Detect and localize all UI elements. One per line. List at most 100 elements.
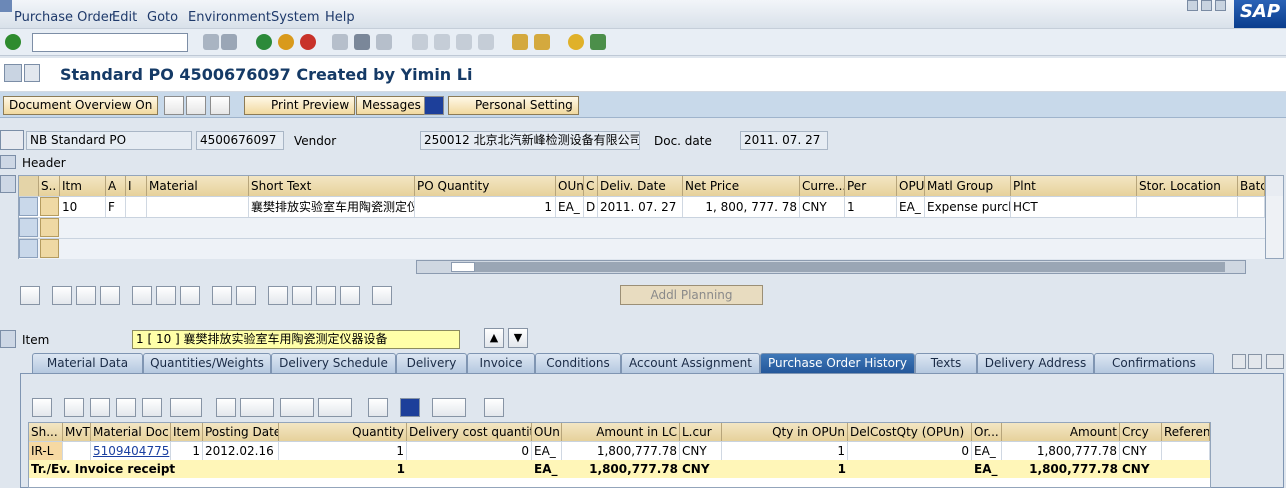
cell-net-price[interactable]: 1, 800, 777. 78 <box>683 197 800 217</box>
hcell-posting-date[interactable]: 2012.02.16 <box>203 442 279 460</box>
enter-check-icon[interactable] <box>5 34 21 50</box>
cell-oun[interactable]: EA_ <box>556 197 584 217</box>
hcell-material-doc-link[interactable]: 5109404775 <box>91 442 171 460</box>
vendor-field[interactable]: 250012 北京北汽新峰检测设备有限公司 <box>420 131 640 150</box>
hcol-lcur[interactable]: L.cur <box>680 423 722 441</box>
hcell-delivery-cost-quantity[interactable]: 0 <box>407 442 532 460</box>
tab-delivery[interactable]: Delivery <box>396 353 467 373</box>
copy-icon[interactable] <box>212 286 232 305</box>
cell-stor-location[interactable] <box>1137 197 1238 217</box>
hcol-posting-date[interactable]: Posting Date <box>203 423 279 441</box>
hcell-oun[interactable]: EA_ <box>532 442 562 460</box>
exit-icon[interactable] <box>278 34 294 50</box>
help-icon[interactable] <box>568 34 584 50</box>
hcol-amount[interactable]: Amount <box>1002 423 1120 441</box>
horizontal-scrollbar[interactable] <box>416 260 1246 274</box>
cell-material[interactable] <box>147 197 249 217</box>
hcol-crcy[interactable]: Crcy <box>1120 423 1162 441</box>
vertical-scrollbar[interactable] <box>1265 196 1283 258</box>
history-sort-descending-icon[interactable] <box>90 398 110 417</box>
col-plnt[interactable]: Plnt <box>1011 176 1137 196</box>
col-po-quantity[interactable]: PO Quantity <box>415 176 556 196</box>
sort-descending-icon[interactable] <box>292 286 312 305</box>
col-short-text[interactable]: Short Text <box>249 176 415 196</box>
hcol-amount-lc[interactable]: Amount in LC <box>562 423 680 441</box>
cell-itm[interactable]: 10 <box>60 197 106 217</box>
menu-edit[interactable]: Edit <box>112 10 137 25</box>
history-sort-ascending-icon[interactable] <box>64 398 84 417</box>
col-oun[interactable]: OUn <box>556 176 584 196</box>
cell-a[interactable]: F <box>106 197 126 217</box>
last-page-icon[interactable] <box>478 34 494 50</box>
filter-icon[interactable] <box>316 286 336 305</box>
item-overview-collapse-icon[interactable] <box>0 175 16 193</box>
messages-button[interactable]: Messages <box>356 96 427 115</box>
hcol-reference[interactable]: Referenc <box>1162 423 1210 441</box>
copy-row-icon[interactable] <box>100 286 120 305</box>
hcell-quantity[interactable]: 1 <box>279 442 407 460</box>
header-expand-icon[interactable] <box>0 155 16 169</box>
hcol-or[interactable]: Or... <box>972 423 1002 441</box>
lock-icon[interactable] <box>156 286 176 305</box>
menu-help[interactable]: Help <box>325 10 355 25</box>
doc-type-select[interactable]: NB Standard PO <box>26 131 192 150</box>
tab-delivery-address[interactable]: Delivery Address <box>977 353 1094 373</box>
col-i[interactable]: I <box>126 176 147 196</box>
other-purchase-order-icon[interactable] <box>210 96 230 115</box>
column-settings-icon[interactable] <box>1265 176 1283 196</box>
cell-matl-group[interactable]: Expense purcha <box>925 197 1011 217</box>
personal-setting-button[interactable]: Personal Setting <box>448 96 579 115</box>
hcol-material-doc[interactable]: Material Doc... <box>91 423 171 441</box>
doc-date-field[interactable]: 2011. 07. 27 <box>740 131 828 150</box>
col-itm[interactable]: Itm <box>60 176 106 196</box>
cell-batch[interactable] <box>1238 197 1265 217</box>
maximize-icon[interactable] <box>1201 0 1212 11</box>
menu-goto[interactable]: Goto <box>147 10 178 25</box>
cell-opu[interactable]: EA_ <box>897 197 925 217</box>
minimize-icon[interactable] <box>1187 0 1198 11</box>
tab-delivery-schedule[interactable]: Delivery Schedule <box>271 353 396 373</box>
col-currency[interactable]: Curre... <box>800 176 845 196</box>
hcol-oun[interactable]: OUn <box>532 423 562 441</box>
addl-planning-button[interactable]: Addl Planning <box>620 285 763 305</box>
col-deliv-date[interactable]: Deliv. Date <box>598 176 683 196</box>
hcell-delcostqty-opun[interactable]: 0 <box>848 442 972 460</box>
menu-purchase-order[interactable]: Purchase Order <box>14 10 114 25</box>
hcell-amount-lc[interactable]: 1,800,777.78 <box>562 442 680 460</box>
previous-item-button[interactable]: ▲ <box>484 328 504 348</box>
cancel-icon[interactable] <box>300 34 316 50</box>
history-doc-icon[interactable] <box>432 398 466 417</box>
hcell-item[interactable]: 1 <box>171 442 203 460</box>
hcell-sh[interactable]: IR-L <box>29 442 63 460</box>
hcell-crcy[interactable]: CNY <box>1120 442 1162 460</box>
menu-system[interactable]: System <box>271 10 319 25</box>
next-page-icon[interactable] <box>456 34 472 50</box>
hcol-item[interactable]: Item <box>171 423 203 441</box>
find-next-icon[interactable] <box>376 34 392 50</box>
col-opu[interactable]: OPU <box>897 176 925 196</box>
back-icon[interactable] <box>256 34 272 50</box>
history-filter-icon[interactable] <box>170 398 202 417</box>
col-material[interactable]: Material <box>147 176 249 196</box>
history-find-icon[interactable] <box>116 398 136 417</box>
tab-purchase-order-history[interactable]: Purchase Order History <box>760 353 915 373</box>
paste-icon[interactable] <box>236 286 256 305</box>
row-selector[interactable] <box>19 197 38 216</box>
other-po-icon[interactable] <box>24 64 40 82</box>
history-refresh-icon[interactable] <box>484 398 504 417</box>
cell-deliv-date[interactable]: 2011. 07. 27 <box>598 197 683 217</box>
col-matl-group[interactable]: Matl Group <box>925 176 1011 196</box>
history-find-next-icon[interactable] <box>142 398 162 417</box>
history-info-icon[interactable] <box>400 398 420 417</box>
row-selector[interactable] <box>19 239 38 258</box>
col-stor-location[interactable]: Stor. Location <box>1137 176 1238 196</box>
cell-i[interactable] <box>126 197 147 217</box>
cell-po-quantity[interactable]: 1 <box>415 197 556 217</box>
explode-bom-icon[interactable] <box>372 286 392 305</box>
window-menu-icon[interactable] <box>0 0 12 12</box>
close-icon[interactable] <box>1215 0 1226 11</box>
tab-material-data[interactable]: Material Data <box>32 353 143 373</box>
print-icon[interactable] <box>332 34 348 50</box>
command-field[interactable] <box>32 33 188 52</box>
layout-menu-icon[interactable] <box>590 34 606 50</box>
